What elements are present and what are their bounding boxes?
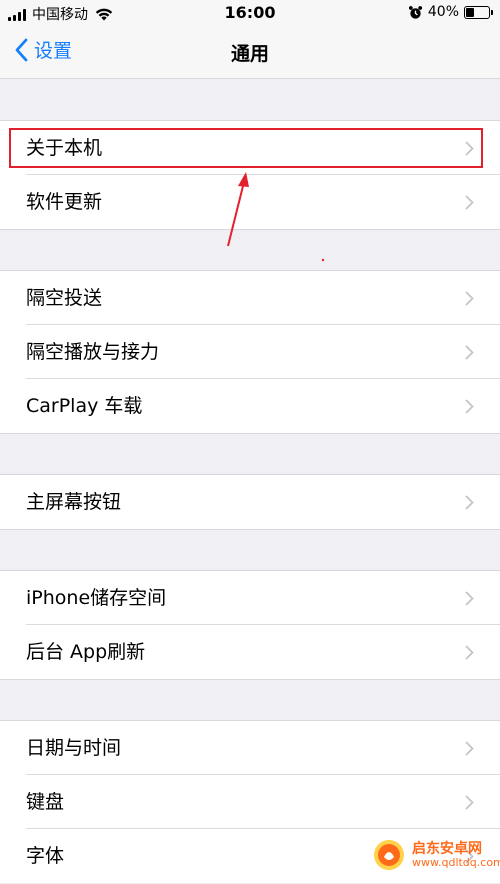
chevron-right-icon — [465, 399, 474, 414]
chevron-right-icon — [465, 795, 474, 810]
chevron-right-icon — [465, 741, 474, 756]
row-label: 后台 App刷新 — [26, 641, 146, 663]
chevron-right-icon — [465, 195, 474, 210]
watermark-name: 启东安卓网 — [412, 840, 482, 857]
battery-percent: 40% — [427, 4, 459, 20]
settings-row-about[interactable]: 关于本机 — [0, 121, 500, 175]
row-label: 主屏幕按钮 — [26, 491, 122, 513]
chevron-right-icon — [465, 591, 474, 606]
watermark-url: www.qdltdq.com — [412, 855, 500, 869]
row-label: 隔空投送 — [26, 287, 103, 309]
settings-group: 关于本机 软件更新 — [0, 120, 500, 230]
chevron-right-icon — [465, 291, 474, 306]
settings-group: iPhone储存空间 后台 App刷新 — [0, 570, 500, 680]
row-label: 日期与时间 — [26, 737, 122, 759]
nav-bar: 设置 通用 — [0, 26, 500, 79]
chevron-right-icon — [465, 345, 474, 360]
row-label: 软件更新 — [26, 191, 103, 213]
chevron-right-icon — [465, 141, 474, 156]
page-title: 通用 — [230, 43, 269, 65]
row-label: iPhone储存空间 — [26, 587, 167, 609]
row-label: 字体 — [26, 845, 65, 867]
status-bar: 中国移动 16:00 40% — [0, 0, 500, 26]
row-label: 关于本机 — [26, 137, 103, 159]
row-label: 键盘 — [26, 791, 65, 813]
settings-group: 主屏幕按钮 — [0, 474, 500, 530]
row-label: 隔空播放与接力 — [26, 341, 160, 363]
settings-row-software-update[interactable]: 软件更新 — [0, 175, 500, 229]
chevron-right-icon — [465, 645, 474, 660]
status-right: 40% — [408, 4, 493, 20]
watermark: 启东安卓网 www.qdltdq.com — [372, 838, 500, 872]
settings-row-home-button[interactable]: 主屏幕按钮 — [0, 475, 500, 529]
alarm-icon — [408, 5, 422, 19]
settings-row-airdrop[interactable]: 隔空投送 — [0, 271, 500, 325]
battery-icon — [464, 5, 493, 19]
settings-group: 隔空投送 隔空播放与接力 CarPlay 车载 — [0, 270, 500, 434]
settings-row-iphone-storage[interactable]: iPhone储存空间 — [0, 571, 500, 625]
row-label: CarPlay 车载 — [26, 395, 143, 417]
settings-row-carplay[interactable]: CarPlay 车载 — [0, 379, 500, 433]
settings-row-background-app-refresh[interactable]: 后台 App刷新 — [0, 625, 500, 679]
chevron-right-icon — [465, 495, 474, 510]
settings-row-date-time[interactable]: 日期与时间 — [0, 721, 500, 775]
settings-row-airplay-handoff[interactable]: 隔空播放与接力 — [0, 325, 500, 379]
settings-row-keyboard[interactable]: 键盘 — [0, 775, 500, 829]
watermark-logo-icon — [374, 840, 404, 870]
battery-fill — [466, 7, 474, 17]
